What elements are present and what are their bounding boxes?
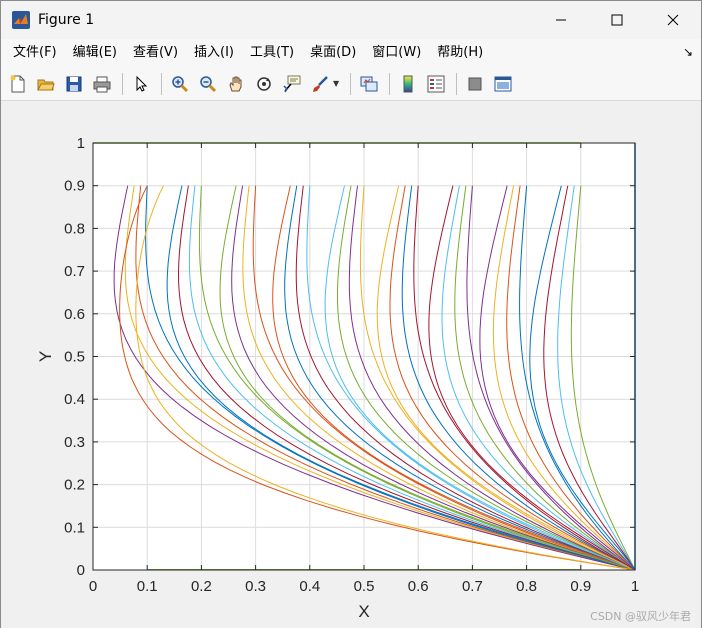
pan-button[interactable] — [223, 71, 249, 97]
save-button[interactable] — [61, 71, 87, 97]
x-tick-label: 0.1 — [137, 578, 158, 595]
toolbar-separator — [122, 72, 123, 95]
menu-window[interactable]: 窗口(W) — [364, 42, 429, 64]
pan-hand-icon — [229, 76, 242, 91]
figure-canvas: 0 0.1 0.2 0.3 0.4 0.5 0.6 0.7 0.8 0.9 1 0 0.1 0.2 0.3 0… — [1, 102, 701, 628]
brush-dropdown-icon[interactable]: ▼ — [333, 79, 339, 88]
watermark-text: CSDN @驭风少年君 — [590, 610, 691, 623]
brush-icon — [313, 75, 328, 92]
colorbar-icon — [403, 75, 413, 92]
maximize-button[interactable] — [589, 1, 645, 39]
matlab-logo-icon — [12, 11, 30, 29]
save-icon — [66, 76, 82, 91]
pointer-icon — [136, 75, 148, 92]
menu-bar: 文件(F) 编辑(E) 查看(V) 插入(I) 工具(T) 桌面(D) 窗口(W… — [1, 39, 701, 67]
menu-insert[interactable]: 插入(I) — [186, 42, 242, 64]
toolbar-separator — [389, 72, 391, 95]
menu-desktop[interactable]: 桌面(D) — [302, 42, 364, 64]
x-tick-label: 0.4 — [299, 578, 320, 595]
data-cursor-button[interactable] — [279, 71, 305, 97]
y-tick-label: 0.3 — [64, 434, 85, 451]
y-tick-label: 1 — [77, 135, 85, 152]
toolbar-separator — [456, 72, 458, 95]
print-icon — [93, 76, 111, 92]
open-file-icon — [37, 79, 55, 90]
x-tick-label: 0.6 — [408, 578, 429, 595]
y-tick-label: 0.2 — [64, 477, 85, 494]
menu-view[interactable]: 查看(V) — [125, 42, 186, 64]
print-button[interactable] — [89, 71, 115, 97]
y-tick-label: 0 — [77, 562, 85, 579]
link-plot-icon — [360, 76, 378, 91]
close-icon — [667, 14, 679, 26]
y-axis-label: Y — [36, 351, 55, 362]
y-tick-label: 0.6 — [64, 306, 85, 323]
x-tick-label: 0 — [89, 578, 97, 595]
y-tick-label: 0.5 — [64, 349, 85, 366]
show-plot-tools-icon — [494, 76, 512, 91]
y-tick-label: 0.1 — [64, 519, 85, 536]
toolbar-separator — [161, 72, 162, 95]
zoom-out-icon — [200, 75, 217, 92]
dock-arrow-icon[interactable]: ↘ — [683, 45, 693, 59]
figure-toolbar: ▼ — [1, 67, 701, 101]
x-tick-label: 0.3 — [245, 578, 266, 595]
new-figure-button[interactable] — [5, 71, 31, 97]
data-cursor-icon — [283, 75, 301, 92]
y-tick-label: 0.7 — [64, 263, 85, 280]
rotate-button[interactable] — [251, 71, 277, 97]
zoom-in-icon — [172, 75, 189, 92]
zoom-in-button[interactable] — [167, 71, 193, 97]
legend-button[interactable] — [423, 71, 449, 97]
minimize-button[interactable] — [533, 1, 589, 39]
close-button[interactable] — [645, 1, 701, 39]
menu-edit[interactable]: 编辑(E) — [65, 42, 125, 64]
edit-plot-button[interactable] — [128, 71, 154, 97]
title-bar[interactable]: Figure 1 — [1, 1, 701, 39]
link-plot-button[interactable] — [356, 71, 382, 97]
menu-file[interactable]: 文件(F) — [5, 42, 65, 64]
window-title: Figure 1 — [38, 12, 95, 28]
plot-canvas[interactable]: 0 0.1 0.2 0.3 0.4 0.5 0.6 0.7 0.8 0.9 1 0 0.1 0.2 0.3 0… — [1, 102, 701, 628]
figure-window: Figure 1 文件(F) 编辑(E) 查看(V) 插入(I) 工具(T) 桌… — [0, 0, 702, 628]
colorbar-button[interactable] — [395, 71, 421, 97]
menu-help[interactable]: 帮助(H) — [429, 42, 491, 64]
y-tick-label: 0.9 — [64, 178, 85, 195]
new-figure-icon — [10, 75, 25, 92]
minimize-icon — [556, 19, 566, 21]
brush-button[interactable] — [307, 71, 333, 97]
y-tick-label: 0.8 — [64, 220, 85, 237]
x-tick-label: 0.7 — [462, 578, 483, 595]
x-tick-label: 0.9 — [570, 578, 591, 595]
y-tick-label: 0.4 — [64, 391, 85, 408]
x-tick-label: 0.8 — [516, 578, 537, 595]
hide-plot-tools-icon — [468, 77, 482, 90]
toolbar-separator — [350, 72, 352, 95]
rotate-3d-icon — [257, 76, 271, 91]
x-axis-label: X — [358, 602, 369, 621]
maximize-icon — [611, 14, 623, 26]
legend-icon — [427, 75, 445, 92]
x-tick-label: 0.5 — [354, 578, 375, 595]
hide-plot-tools-button[interactable] — [462, 71, 488, 97]
show-plot-tools-button[interactable] — [490, 71, 516, 97]
open-file-button[interactable] — [33, 71, 59, 97]
x-tick-label: 0.2 — [191, 578, 212, 595]
zoom-out-button[interactable] — [195, 71, 221, 97]
menu-tools[interactable]: 工具(T) — [242, 42, 302, 64]
x-tick-label: 1 — [631, 578, 639, 595]
